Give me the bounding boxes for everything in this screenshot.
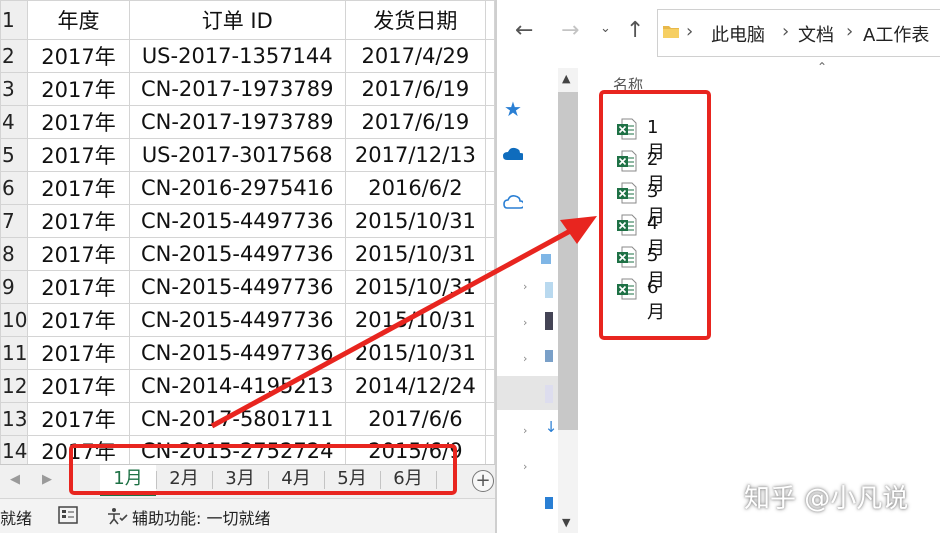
annotation-arrow-head <box>560 216 597 244</box>
file-highlight-box <box>599 90 711 340</box>
annotation-arrow-line <box>210 227 574 429</box>
annotation-overlay <box>69 90 711 495</box>
tab-highlight-box <box>69 444 457 495</box>
